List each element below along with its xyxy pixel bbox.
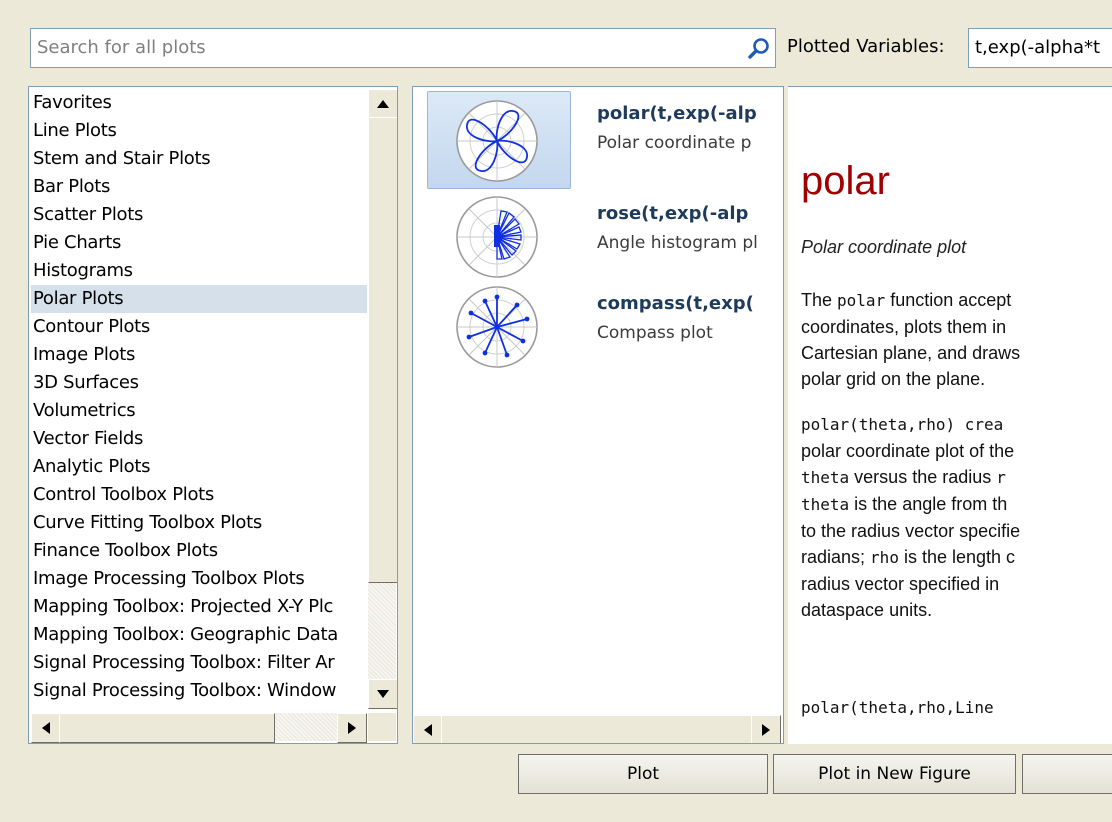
- category-item[interactable]: Scatter Plots: [31, 201, 367, 229]
- plot-item-rose[interactable]: rose(t,exp(-alp Angle histogram pl: [413, 187, 783, 287]
- doc-subtitle: Polar coordinate plot: [801, 237, 967, 257]
- doc-text: radians;: [801, 547, 871, 567]
- category-item[interactable]: Image Plots: [31, 341, 367, 369]
- category-item[interactable]: Pie Charts: [31, 229, 367, 257]
- rose-plot-icon: [456, 196, 538, 278]
- doc-title: polar: [801, 159, 890, 203]
- category-item[interactable]: Favorites: [31, 89, 367, 117]
- plot-description: Compass plot: [597, 323, 713, 343]
- arrow-down-icon: [377, 690, 389, 698]
- category-item[interactable]: Signal Processing Toolbox: Window: [31, 677, 367, 705]
- doc-text: The: [801, 290, 838, 310]
- doc-code: polar(theta,rho,Line: [801, 698, 994, 717]
- doc-text: is the angle from th: [849, 494, 1008, 514]
- category-item[interactable]: Mapping Toolbox: Geographic Data: [31, 621, 367, 649]
- doc-code: r: [996, 468, 1006, 487]
- category-item[interactable]: Signal Processing Toolbox: Spectr: [31, 705, 367, 709]
- category-item[interactable]: Bar Plots: [31, 173, 367, 201]
- doc-code: theta: [801, 468, 850, 487]
- doc-text: Cartesian plane, and draws: [801, 343, 1021, 363]
- arrow-right-icon: [762, 724, 770, 736]
- arrow-left-icon: [424, 724, 432, 736]
- search-icon[interactable]: [746, 36, 772, 62]
- h-scroll-thumb[interactable]: [59, 713, 275, 743]
- plot-description: Angle histogram pl: [597, 233, 758, 253]
- arrow-right-icon: [348, 722, 356, 734]
- arrow-up-icon: [377, 100, 389, 108]
- scroll-up-button[interactable]: [368, 89, 397, 119]
- doc-text: to the radius vector specifie: [801, 521, 1021, 541]
- polar-plot-icon: [456, 100, 538, 182]
- category-item[interactable]: Finance Toolbox Plots: [31, 537, 367, 565]
- doc-text: coordinates, plots them in: [801, 317, 1007, 337]
- scroll-corner: [368, 713, 396, 741]
- plot-button[interactable]: Plot: [518, 754, 768, 794]
- category-item[interactable]: Line Plots: [31, 117, 367, 145]
- doc-text: dataspace units.: [801, 600, 933, 620]
- category-item[interactable]: Stem and Stair Plots: [31, 145, 367, 173]
- category-item[interactable]: Vector Fields: [31, 425, 367, 453]
- plot-title: rose(t,exp(-alp: [597, 203, 749, 224]
- doc-code: theta: [801, 495, 850, 514]
- plot-title: compass(t,exp(: [597, 293, 754, 314]
- doc-code: polar: [837, 291, 886, 310]
- doc-paragraph-3: polar(theta,rho,Line: [801, 695, 1112, 721]
- scroll-right-button[interactable]: [751, 715, 781, 743]
- plot-list-horizontal-scrollbar[interactable]: [413, 715, 781, 743]
- plot-description: Polar coordinate p: [597, 133, 752, 153]
- category-item[interactable]: Polar Plots: [31, 285, 367, 313]
- doc-text: polar coordinate plot of the: [801, 441, 1015, 461]
- documentation-panel: polar Polar coordinate plot The polar fu…: [788, 86, 1112, 744]
- plot-item-compass[interactable]: compass(t,exp( Compass plot: [413, 277, 783, 377]
- compass-plot-icon: [456, 286, 538, 368]
- search-input[interactable]: Search for all plots: [30, 28, 776, 68]
- scroll-right-button[interactable]: [337, 713, 367, 743]
- plot-in-new-figure-button[interactable]: Plot in New Figure: [773, 754, 1016, 794]
- plotted-variables-input[interactable]: t,exp(-alpha*t: [968, 28, 1112, 68]
- category-horizontal-scrollbar[interactable]: [31, 713, 367, 743]
- category-item[interactable]: Image Processing Toolbox Plots: [31, 565, 367, 593]
- doc-code: rho: [870, 548, 899, 567]
- doc-text: crea: [955, 415, 1004, 434]
- category-item[interactable]: Mapping Toolbox: Projected X-Y Plc: [31, 593, 367, 621]
- category-vertical-scrollbar[interactable]: [368, 89, 397, 709]
- plot-item-polar[interactable]: polar(t,exp(-alp Polar coordinate p: [413, 87, 783, 189]
- category-item[interactable]: Histograms: [31, 257, 367, 285]
- category-list: Favorites Line Plots Stem and Stair Plots B…: [31, 89, 367, 709]
- category-item[interactable]: Control Toolbox Plots: [31, 481, 367, 509]
- category-item[interactable]: 3D Surfaces: [31, 369, 367, 397]
- category-list-panel: Favorites Line Plots Stem and Stair Plots B…: [28, 86, 398, 744]
- category-item[interactable]: Analytic Plots: [31, 453, 367, 481]
- category-item[interactable]: Signal Processing Toolbox: Filter Ar: [31, 649, 367, 677]
- scroll-thumb[interactable]: [368, 117, 397, 583]
- scroll-down-button[interactable]: [368, 679, 397, 709]
- doc-paragraph-1: The polar function accept coordinates, p…: [801, 287, 1112, 392]
- h-scroll-thumb[interactable]: [441, 715, 755, 743]
- category-item[interactable]: Volumetrics: [31, 397, 367, 425]
- doc-text: polar grid on the plane.: [801, 369, 986, 389]
- category-item[interactable]: Curve Fitting Toolbox Plots: [31, 509, 367, 537]
- doc-text: function accept: [885, 290, 1012, 310]
- doc-code: polar(theta,rho): [801, 415, 956, 434]
- scroll-left-button[interactable]: [31, 713, 61, 743]
- doc-paragraph-2: polar(theta,rho) crea polar coordinate p…: [801, 411, 1112, 623]
- scroll-left-button[interactable]: [413, 715, 443, 743]
- extra-button[interactable]: [1022, 754, 1112, 794]
- doc-text: is the length c: [898, 547, 1016, 567]
- doc-text: radius vector specified in: [801, 574, 1000, 594]
- arrow-left-icon: [42, 722, 50, 734]
- plot-title: polar(t,exp(-alp: [597, 103, 757, 124]
- category-item[interactable]: Contour Plots: [31, 313, 367, 341]
- plot-list-panel: polar(t,exp(-alp Polar coordinate p rose…: [412, 86, 784, 744]
- doc-text: versus the radius: [849, 467, 997, 487]
- plotted-variables-label: Plotted Variables:: [787, 36, 945, 57]
